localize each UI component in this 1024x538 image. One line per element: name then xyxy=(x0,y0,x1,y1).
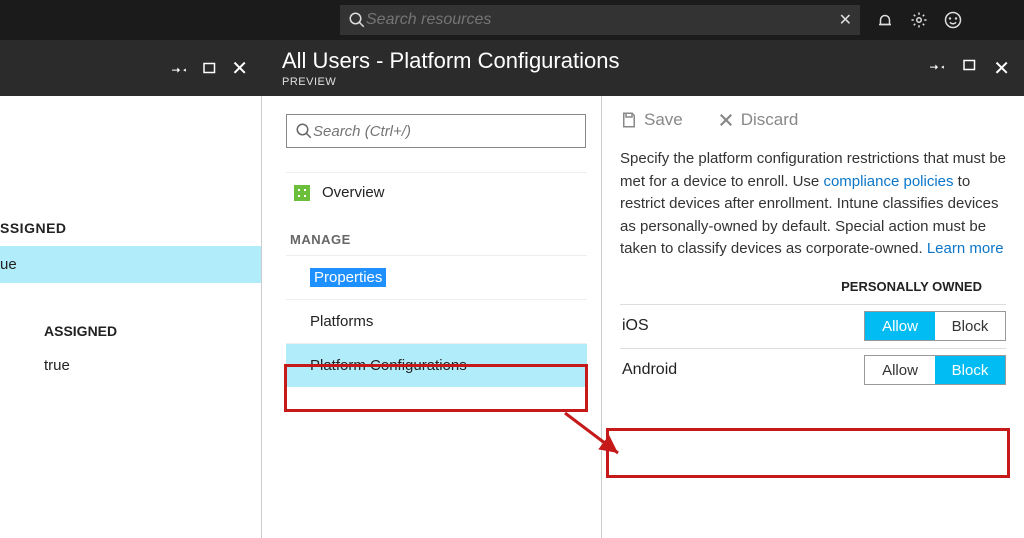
left-section-label: SSIGNED xyxy=(0,170,261,246)
local-search[interactable] xyxy=(286,114,586,148)
gear-icon[interactable] xyxy=(910,11,928,29)
platform-name: iOS xyxy=(620,317,864,335)
close-icon[interactable]: ✕ xyxy=(993,56,1010,81)
close-icon xyxy=(717,111,735,129)
save-button[interactable]: Save xyxy=(620,110,683,130)
save-icon xyxy=(620,111,638,129)
left-item-selected[interactable]: ue xyxy=(0,246,261,283)
nav-item-platforms[interactable]: Platforms xyxy=(286,299,587,343)
grid-icon xyxy=(294,185,310,201)
close-icon[interactable]: ✕ xyxy=(231,56,248,81)
description: Specify the platform configuration restr… xyxy=(620,148,1006,261)
bell-icon[interactable] xyxy=(876,11,894,29)
blade-heading: All Users - Platform Configurations xyxy=(282,48,619,74)
toggle-block[interactable]: Block xyxy=(935,312,1005,340)
clear-icon[interactable]: ✕ xyxy=(839,10,852,30)
toggle-allow[interactable]: Allow xyxy=(865,312,935,340)
toggle-allow[interactable]: Allow xyxy=(865,356,935,384)
nav-item-label: Platforms xyxy=(310,313,373,330)
blade-title: All Users - Platform Configurations PREV… xyxy=(282,48,619,88)
column-header-personally-owned: PERSONALLY OWNED xyxy=(620,261,1006,304)
pin-icon[interactable] xyxy=(929,56,947,74)
nav-section-manage: MANAGE xyxy=(290,232,587,247)
left-subsection-label: ASSIGNED xyxy=(0,283,261,347)
platform-row-android: Android Allow Block xyxy=(620,348,1006,392)
search-icon xyxy=(348,11,366,29)
blade-header-row: ✕ All Users - Platform Configurations PR… xyxy=(0,40,1024,96)
nav-item-label: Properties xyxy=(310,268,386,287)
toggle-ios[interactable]: Allow Block xyxy=(864,311,1006,341)
discard-button[interactable]: Discard xyxy=(717,110,799,130)
platform-name: Android xyxy=(620,361,864,379)
toggle-block[interactable]: Block xyxy=(935,356,1005,384)
nav-item-label: Platform Configurations xyxy=(310,357,467,374)
platform-row-ios: iOS Allow Block xyxy=(620,304,1006,348)
toggle-android[interactable]: Allow Block xyxy=(864,355,1006,385)
search-icon xyxy=(295,122,313,140)
save-label: Save xyxy=(644,110,683,130)
local-search-input[interactable] xyxy=(313,123,577,140)
nav-blade: Overview MANAGE Properties Platforms Pla… xyxy=(262,96,602,538)
compliance-policies-link[interactable]: compliance policies xyxy=(823,173,953,190)
nav-item-properties[interactable]: Properties xyxy=(286,255,587,299)
highlight-box xyxy=(606,428,1010,478)
restore-icon[interactable] xyxy=(961,56,979,74)
nav-overview[interactable]: Overview xyxy=(286,172,587,212)
top-bar: ✕ xyxy=(0,0,1024,40)
content-blade: Save Discard Specify the platform config… xyxy=(602,96,1024,538)
smiley-icon[interactable] xyxy=(944,11,962,29)
global-search-input[interactable] xyxy=(366,11,852,29)
nav-item-label: Overview xyxy=(322,184,385,201)
restore-icon[interactable] xyxy=(201,59,219,77)
nav-item-platform-configurations[interactable]: Platform Configurations xyxy=(286,343,587,387)
left-value: true xyxy=(0,347,261,384)
discard-label: Discard xyxy=(741,110,799,130)
blade-subtitle: PREVIEW xyxy=(282,76,619,88)
learn-more-link[interactable]: Learn more xyxy=(927,240,1004,257)
pin-icon[interactable] xyxy=(171,59,189,77)
left-link[interactable] xyxy=(0,136,261,170)
global-search[interactable]: ✕ xyxy=(340,5,860,35)
left-blade: SSIGNED ue ASSIGNED true xyxy=(0,96,262,538)
